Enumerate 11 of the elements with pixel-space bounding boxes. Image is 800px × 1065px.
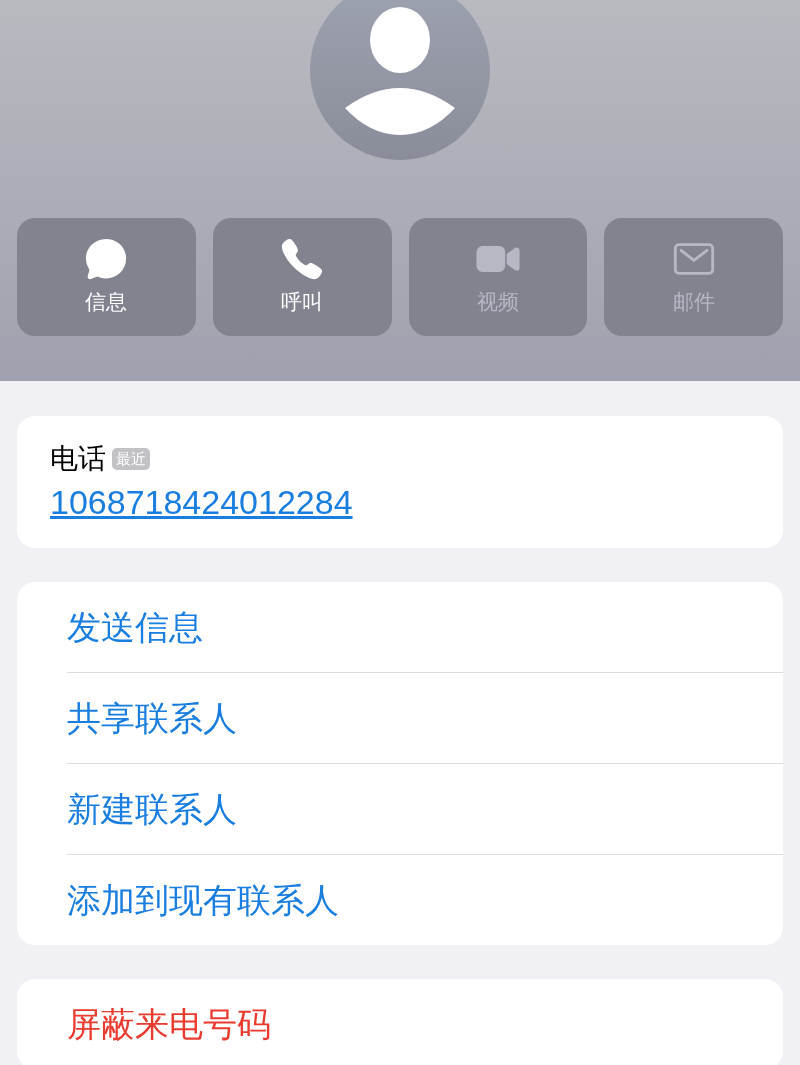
menu-item[interactable]: 屏蔽来电号码 bbox=[67, 979, 783, 1065]
recent-badge: 最近 bbox=[112, 448, 150, 470]
menu-item[interactable]: 新建联系人 bbox=[67, 764, 783, 854]
avatar-icon bbox=[310, 0, 490, 160]
phone-label: 电话 bbox=[50, 442, 106, 476]
menu-item[interactable]: 发送信息 bbox=[67, 582, 783, 672]
phone-number-link[interactable]: 1068718424012284 bbox=[50, 480, 353, 524]
action-button[interactable]: 呼叫 bbox=[212, 218, 392, 336]
menu-item[interactable]: 共享联系人 bbox=[67, 673, 783, 763]
menu-item[interactable]: 添加到现有联系人 bbox=[67, 855, 783, 945]
action-button[interactable]: 信息 bbox=[17, 218, 196, 336]
